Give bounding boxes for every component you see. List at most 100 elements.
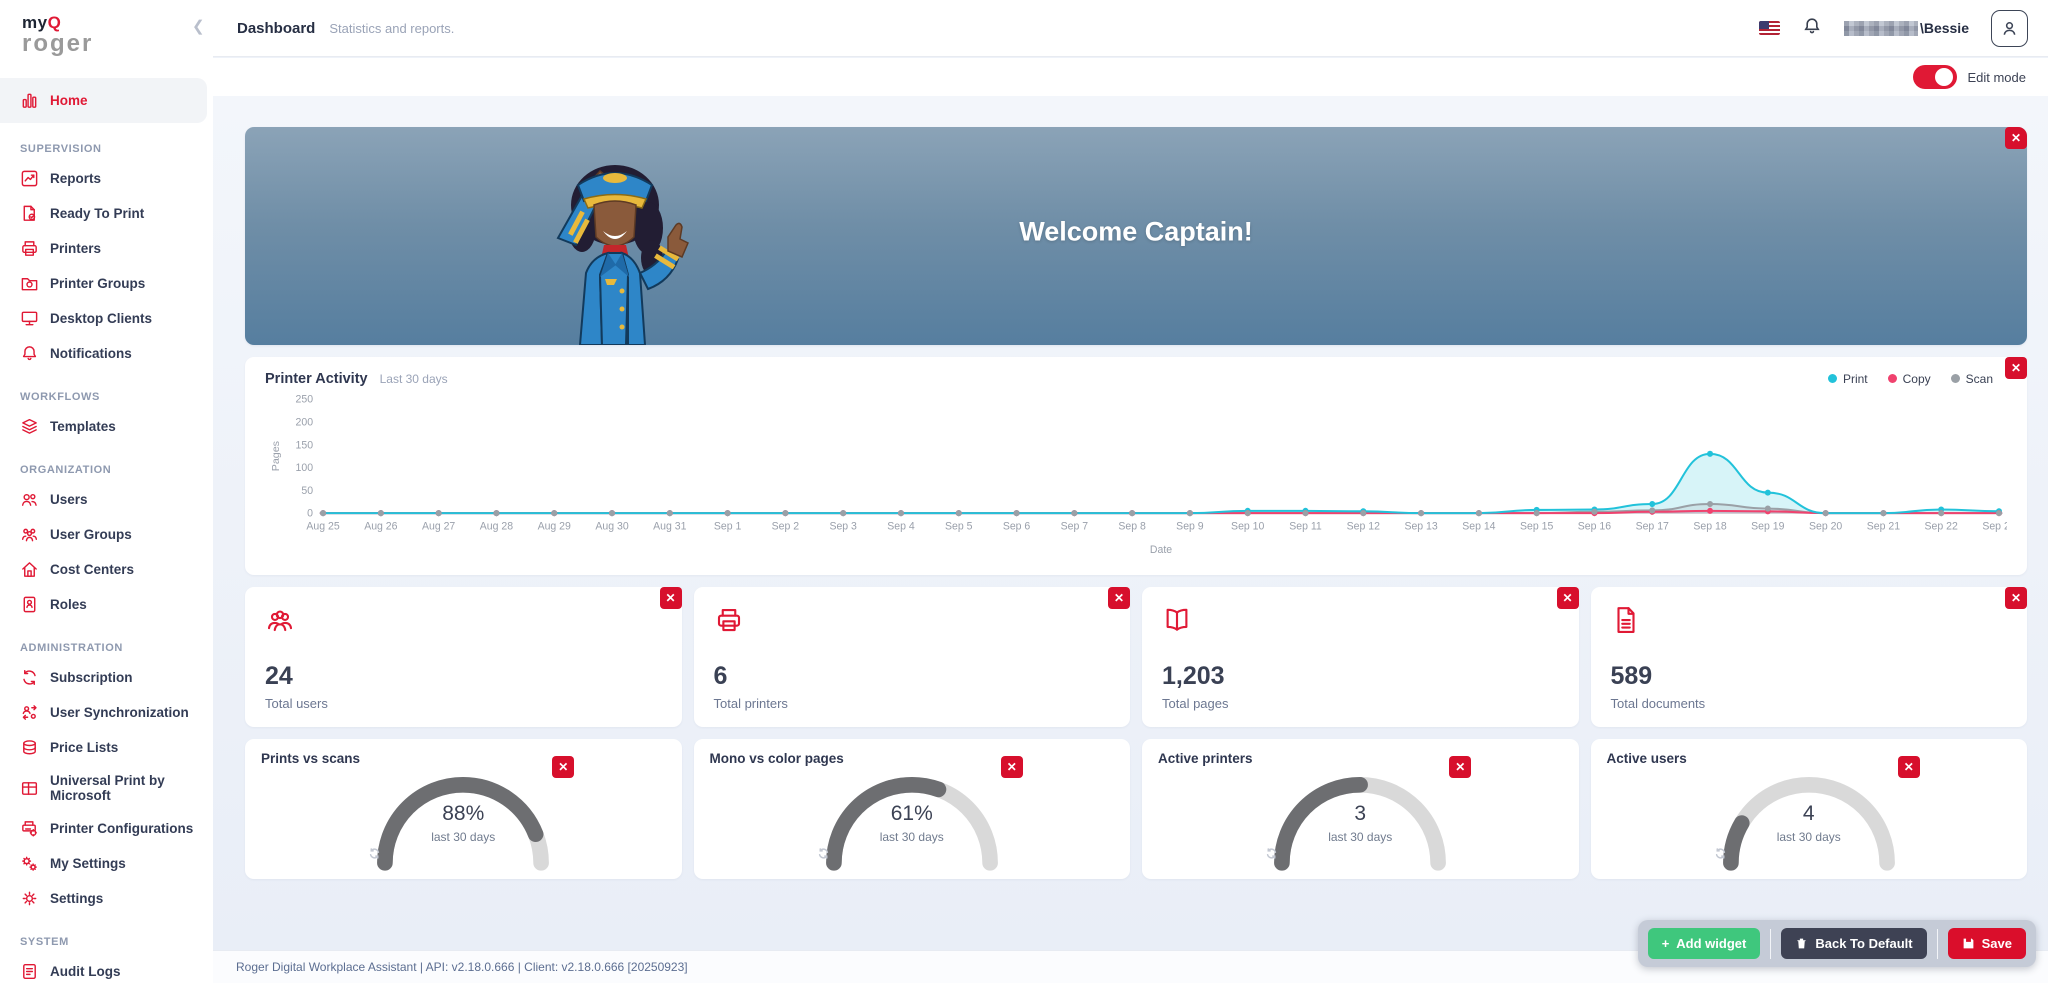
stat-value: 24 — [265, 662, 293, 690]
sidebar-item-cost-centers[interactable]: Cost Centers — [0, 552, 213, 587]
gauge-card-active-users: Active users 4 last 30 days ✕ — [1590, 739, 2027, 879]
svg-text:Sep 22: Sep 22 — [1925, 520, 1958, 532]
sidebar-item-roles[interactable]: Roles — [0, 587, 213, 622]
refresh-icon[interactable] — [1265, 847, 1455, 860]
sidebar-item-printer-groups[interactable]: Printer Groups — [0, 266, 213, 301]
book-icon — [1162, 608, 1192, 639]
sidebar-item-user-synchronization[interactable]: User Synchronization — [0, 695, 213, 730]
svg-text:150: 150 — [296, 439, 314, 451]
stat-value: 6 — [713, 662, 728, 690]
legend-item-copy[interactable]: Copy — [1887, 371, 1931, 386]
sidebar-nav: Home SUPERVISION Reports Ready To Print Prin… — [0, 78, 213, 983]
sidebar-item-audit-logs[interactable]: Audit Logs — [0, 954, 213, 983]
users-group-icon — [265, 610, 295, 639]
svg-text:Sep 14: Sep 14 — [1462, 520, 1495, 532]
sidebar-item-notifications[interactable]: Notifications — [0, 336, 213, 371]
svg-text:Sep 11: Sep 11 — [1289, 520, 1322, 532]
audit-icon — [20, 962, 39, 981]
user-avatar-button[interactable] — [1991, 9, 2028, 47]
svg-text:Sep 20: Sep 20 — [1809, 520, 1842, 532]
divider — [1770, 928, 1772, 959]
printer-gear-icon — [20, 819, 39, 838]
stat-card-total-users: 24 Total users ✕ — [245, 587, 682, 727]
back-to-default-button[interactable]: Back To Default — [1781, 928, 1927, 959]
add-widget-button[interactable]: + Add widget — [1647, 928, 1761, 959]
card-close-icon[interactable]: ✕ — [659, 587, 682, 609]
welcome-title: Welcome Captain! — [1019, 216, 1253, 247]
legend-label: Scan — [1965, 371, 1993, 386]
card-close-icon[interactable]: ✕ — [1897, 756, 1920, 778]
legend-item-scan[interactable]: Scan — [1950, 371, 1993, 386]
gauge-title: Prints vs scans — [261, 751, 361, 766]
legend-item-print[interactable]: Print — [1827, 372, 1868, 386]
layers-icon — [20, 417, 39, 436]
sidebar-item-home[interactable]: Home — [0, 78, 207, 123]
sidebar-item-label: Roles — [50, 597, 87, 612]
banner-close-icon[interactable]: ✕ — [2005, 127, 2027, 149]
sidebar-item-label: User Synchronization — [50, 705, 189, 720]
bell-icon — [20, 344, 39, 363]
sidebar-item-my-settings[interactable]: My Settings — [0, 846, 213, 881]
coins-icon — [20, 738, 39, 757]
sidebar-item-label: Printer Groups — [50, 276, 146, 291]
sidebar-item-subscription[interactable]: Subscription — [0, 660, 213, 695]
stat-card-total-printers: 6 Total printers ✕ — [693, 587, 1130, 727]
sidebar-collapse-chevron-icon[interactable]: ❮ — [192, 17, 205, 35]
gauge-card-active-printers: Active printers 3 last 30 days ✕ — [1142, 739, 1579, 879]
card-close-icon[interactable]: ✕ — [1556, 587, 1579, 609]
sidebar-item-label: Universal Print by Microsoft — [50, 773, 165, 803]
sidebar-item-desktop-clients[interactable]: Desktop Clients — [0, 301, 213, 336]
sidebar-item-reports[interactable]: Reports — [0, 161, 213, 196]
sidebar-item-printer-configurations[interactable]: Printer Configurations — [0, 811, 213, 846]
sidebar-section-administration: ADMINISTRATION — [20, 642, 123, 654]
chart-header: Printer Activity Last 30 days Print Copy S… — [265, 371, 2007, 387]
sidebar-item-label: Reports — [50, 171, 102, 186]
sidebar-item-label: Notifications — [50, 346, 132, 361]
refresh-icon[interactable] — [817, 847, 1007, 860]
topbar-right: \Bessie — [1758, 9, 2028, 47]
svg-text:Sep 16: Sep 16 — [1578, 520, 1611, 532]
svg-text:Sep 2: Sep 2 — [772, 520, 800, 532]
id-card-icon — [20, 595, 39, 614]
sidebar-item-templates[interactable]: Templates — [0, 409, 213, 444]
notifications-bell-icon[interactable] — [1802, 16, 1822, 41]
refresh-icon[interactable] — [1714, 847, 1904, 860]
stat-card-total-documents: 589 Total documents ✕ — [1590, 587, 2027, 727]
svg-text:250: 250 — [296, 394, 314, 406]
home-icon — [20, 560, 39, 579]
svg-text:50: 50 — [301, 485, 313, 497]
language-flag-icon[interactable] — [1758, 21, 1780, 35]
svg-text:Sep 7: Sep 7 — [1061, 520, 1089, 532]
sidebar-item-label: Ready To Print — [50, 206, 145, 221]
users-icon — [20, 490, 39, 509]
svg-text:Aug 28: Aug 28 — [480, 520, 513, 532]
card-close-icon[interactable]: ✕ — [1108, 587, 1130, 609]
card-close-icon[interactable]: ✕ — [2005, 587, 2027, 609]
chart-close-icon[interactable]: ✕ — [2005, 357, 2027, 379]
sidebar-item-universal-print-by-microsoft[interactable]: Universal Print by Microsoft — [0, 765, 213, 811]
edit-mode-toggle[interactable] — [1913, 65, 1958, 89]
gears-icon — [20, 854, 39, 873]
sidebar-item-printers[interactable]: Printers — [0, 231, 213, 266]
save-button[interactable]: Save — [1947, 928, 2026, 959]
card-close-icon[interactable]: ✕ — [1449, 756, 1472, 778]
sidebar-item-users[interactable]: Users — [0, 482, 213, 517]
sidebar-item-price-lists[interactable]: Price Lists — [0, 730, 213, 765]
svg-text:Sep 13: Sep 13 — [1404, 520, 1437, 532]
legend-label: Copy — [1902, 371, 1931, 386]
card-close-icon[interactable]: ✕ — [1000, 756, 1023, 778]
legend-dot — [1827, 374, 1837, 383]
sidebar-item-settings[interactable]: Settings — [0, 881, 213, 916]
svg-text:Aug 27: Aug 27 — [422, 520, 455, 532]
sidebar-item-label: Price Lists — [50, 740, 119, 755]
gauge-period: last 30 days — [1776, 830, 1841, 844]
gauge-value: 88% — [442, 802, 485, 825]
printer-activity-chart: 50 100 150 200 250 0 Pages Aug 25 Aug 26 Aug 27 Au… — [270, 394, 2016, 556]
card-close-icon[interactable]: ✕ — [552, 756, 575, 778]
sidebar-item-user-groups[interactable]: User Groups — [0, 517, 213, 552]
toggle-knob — [1935, 68, 1954, 86]
refresh-icon[interactable] — [368, 847, 558, 860]
user-sync-icon — [20, 703, 39, 722]
sidebar-item-label: Templates — [50, 419, 116, 434]
sidebar-item-ready-to-print[interactable]: Ready To Print — [0, 196, 213, 231]
